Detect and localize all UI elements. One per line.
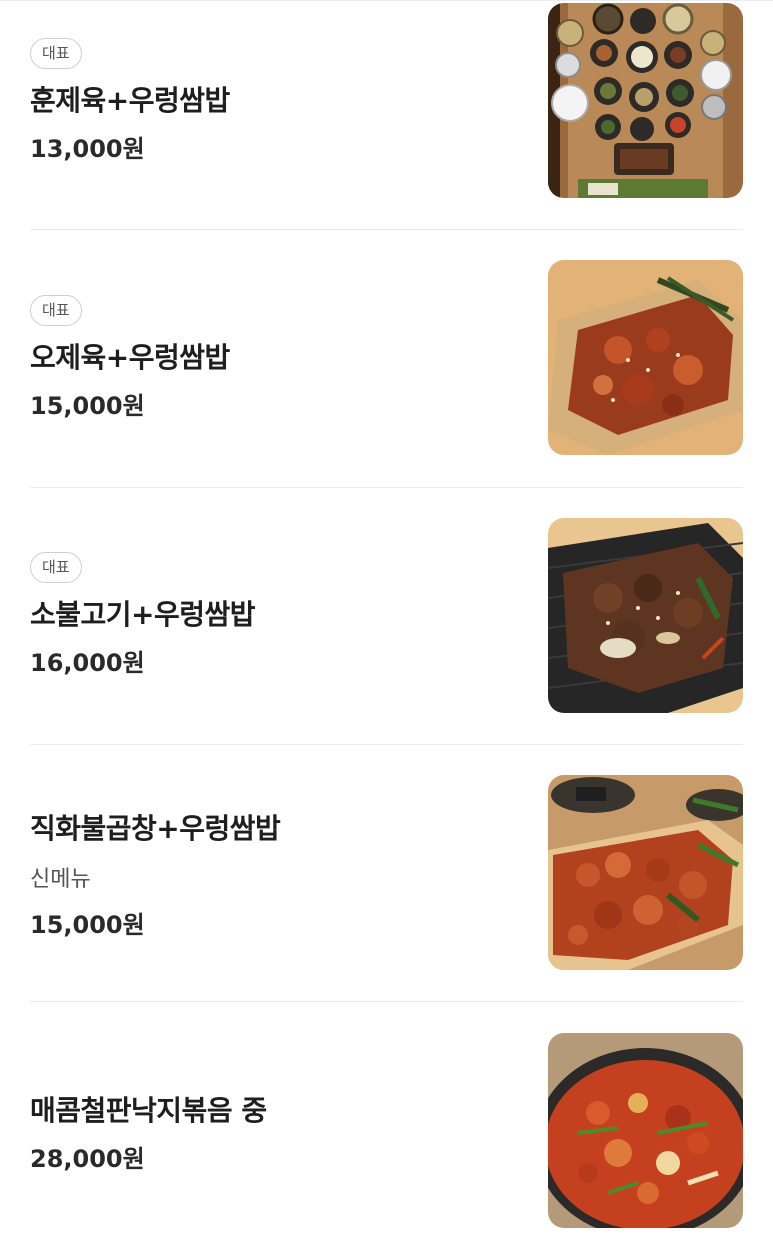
menu-item-price: 15,000원 <box>30 392 145 420</box>
menu-item-description: 신메뉴 <box>30 867 91 892</box>
menu-item-name: 매콤철판낙지볶음 중 <box>30 1094 267 1127</box>
menu-item-name: 오제육+우렁쌈밥 <box>30 341 230 374</box>
menu-item[interactable]: 대표 훈제육+우렁쌈밥 13,000원 <box>0 1 773 229</box>
spicy-pork-platter-photo[interactable] <box>548 260 743 455</box>
menu-item-price: 13,000원 <box>30 135 145 163</box>
beef-bulgogi-image <box>548 518 743 713</box>
menu-list: 대표 훈제육+우렁쌈밥 13,000원 대표 오제육+우렁쌈밥 15,000원 … <box>0 0 773 1249</box>
grilled-gopchang-photo[interactable] <box>548 775 743 970</box>
menu-item-name: 훈제육+우렁쌈밥 <box>30 84 230 117</box>
spicy-pork-platter-image <box>548 260 743 455</box>
octopus-stirfry-image <box>548 1033 743 1228</box>
table-set-meal-photo[interactable] <box>548 3 743 198</box>
menu-item-price: 28,000원 <box>30 1145 145 1173</box>
menu-item[interactable]: 직화불곱창+우렁쌈밥 신메뉴 15,000원 <box>0 745 773 1001</box>
signature-badge: 대표 <box>30 552 82 583</box>
octopus-stirfry-photo[interactable] <box>548 1033 743 1228</box>
table-set-meal-image <box>548 3 743 198</box>
menu-item-name: 소불고기+우렁쌈밥 <box>30 598 256 631</box>
signature-badge: 대표 <box>30 295 82 326</box>
menu-item[interactable]: 대표 소불고기+우렁쌈밥 16,000원 <box>0 488 773 744</box>
menu-item[interactable]: 대표 오제육+우렁쌈밥 15,000원 <box>0 230 773 487</box>
menu-item[interactable]: 매콤철판낙지볶음 중 28,000원 <box>0 1002 773 1249</box>
menu-item-name: 직화불곱창+우렁쌈밥 <box>30 812 281 845</box>
grilled-gopchang-image <box>548 775 743 970</box>
beef-bulgogi-photo[interactable] <box>548 518 743 713</box>
menu-item-price: 15,000원 <box>30 911 145 939</box>
signature-badge: 대표 <box>30 38 82 69</box>
menu-item-price: 16,000원 <box>30 649 145 677</box>
